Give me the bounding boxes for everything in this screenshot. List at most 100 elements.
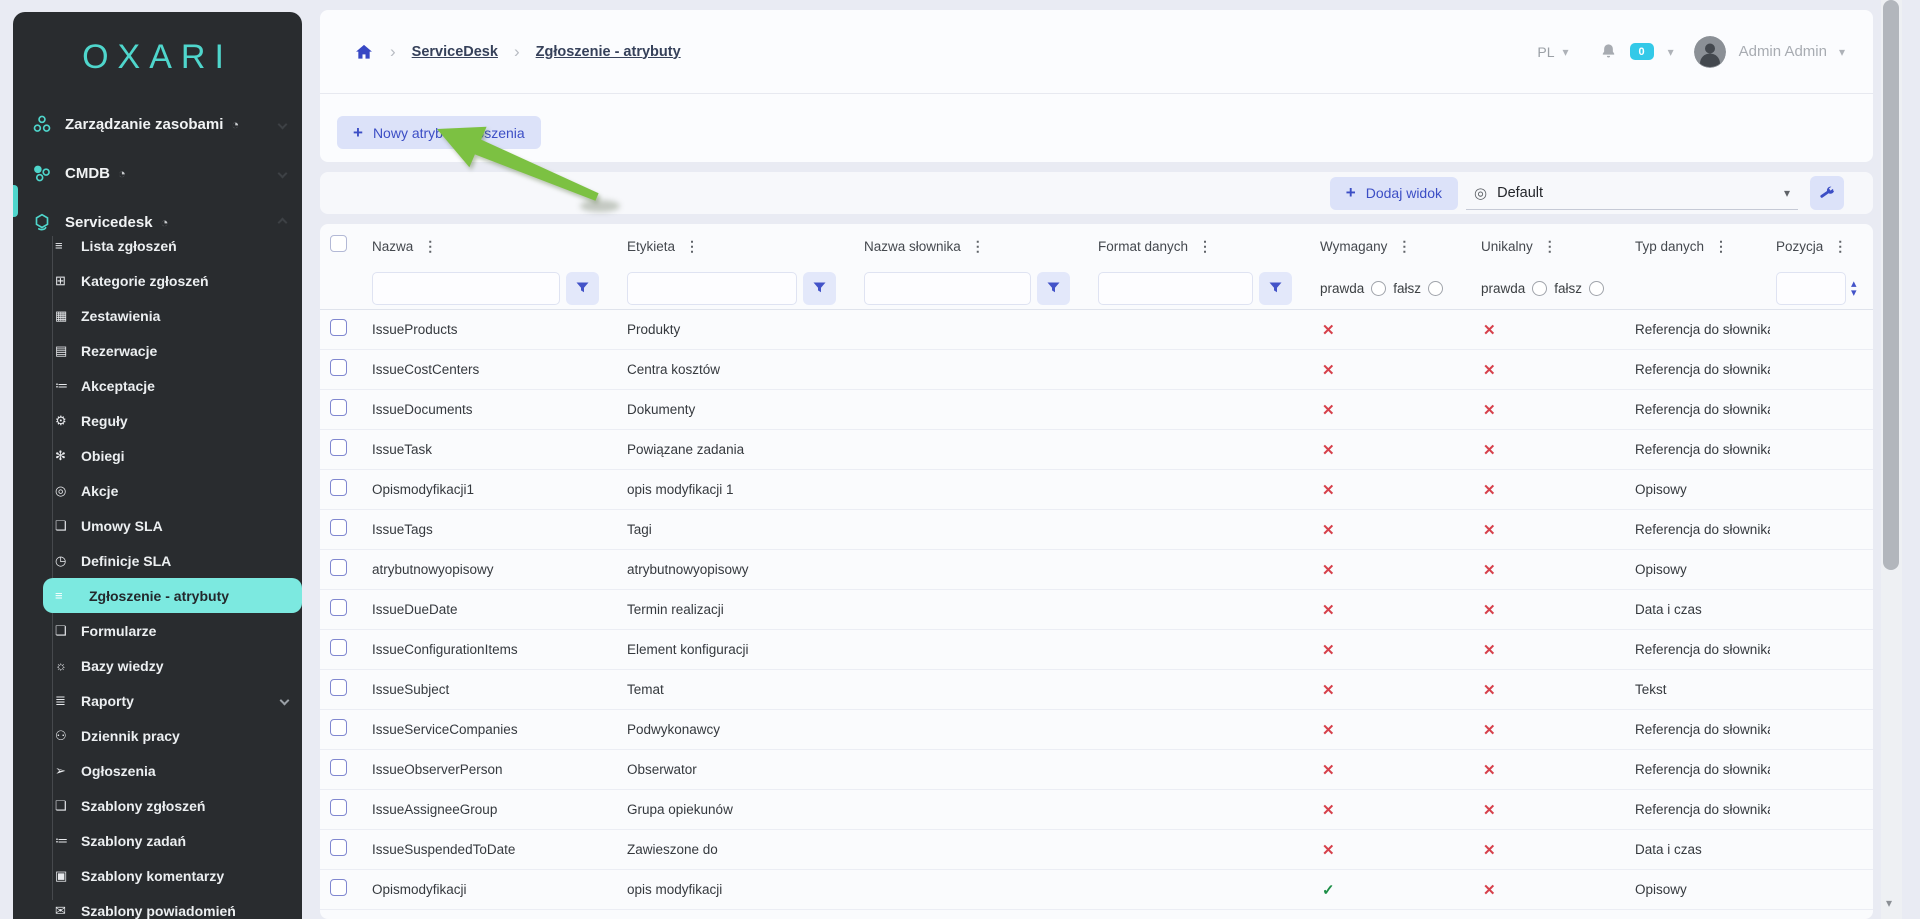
attributes-table: Nazwa⋮ Etykieta⋮ Nazwa słownika⋮ Format … [320, 224, 1873, 919]
row-checkbox[interactable] [330, 679, 347, 696]
column-menu-icon[interactable]: ⋮ [1543, 238, 1557, 255]
table-row[interactable]: IssueTags Tagi ✕ ✕ Referencja do słownik… [320, 510, 1873, 550]
sidebar-item[interactable]: ≡ Zgłoszenie - atrybuty [43, 578, 302, 613]
table-row[interactable]: IssueSubject Temat ✕ ✕ Tekst [320, 670, 1873, 710]
column-menu-icon[interactable]: ⋮ [1198, 238, 1212, 255]
row-checkbox[interactable] [330, 559, 347, 576]
row-checkbox[interactable] [330, 479, 347, 496]
unique-indicator: ✕ [1475, 641, 1629, 659]
column-menu-icon[interactable]: ⋮ [423, 238, 437, 255]
table-row[interactable]: IssueProducts Produkty ✕ ✕ Referencja do… [320, 310, 1873, 350]
table-row[interactable]: IssueServiceCompanies Podwykonawcy ✕ ✕ R… [320, 710, 1873, 750]
sidebar-item[interactable]: ⚇ Dziennik pracy [43, 718, 302, 753]
sidebar-section-assets[interactable]: Zarządzanie zasobami ◔ [13, 107, 302, 141]
row-checkbox[interactable] [330, 799, 347, 816]
radio-prawda[interactable] [1532, 281, 1547, 296]
row-checkbox[interactable] [330, 719, 347, 736]
column-menu-icon[interactable]: ⋮ [971, 238, 985, 255]
column-menu-icon[interactable]: ⋮ [1397, 238, 1411, 255]
column-menu-icon[interactable]: ⋮ [1714, 238, 1728, 255]
cell-name: IssueTags [366, 522, 621, 537]
table-row[interactable]: IssueObserverPerson Obserwator ✕ ✕ Refer… [320, 750, 1873, 790]
row-checkbox[interactable] [330, 759, 347, 776]
sidebar-item[interactable]: ▤ Rezerwacje [43, 333, 302, 368]
filter-button[interactable] [566, 272, 599, 305]
sidebar-item[interactable]: ≔ Szablony zadań [43, 823, 302, 858]
radio-falsz[interactable] [1589, 281, 1604, 296]
sidebar-item[interactable]: ➢ Ogłoszenia [43, 753, 302, 788]
view-selector[interactable]: ◎ Default ▾ [1466, 177, 1798, 210]
column-menu-icon[interactable]: ⋮ [685, 238, 699, 255]
sidebar-item[interactable]: ▦ Zestawienia [43, 298, 302, 333]
chevron-down-icon[interactable]: ▾ [1668, 45, 1674, 59]
add-view-button[interactable]: + Dodaj widok [1330, 177, 1458, 210]
language-selector[interactable]: PL ▾ [1537, 44, 1568, 60]
new-attribute-button[interactable]: + Nowy atrybut zgłoszenia [337, 116, 541, 149]
row-checkbox[interactable] [330, 399, 347, 416]
filter-input-pozycja[interactable] [1776, 272, 1846, 305]
filter-input-nazwa[interactable] [372, 272, 560, 305]
sidebar-item[interactable]: ≔ Akceptacje [43, 368, 302, 403]
sidebar-item[interactable]: ✉ Szablony powiadomień [43, 893, 302, 919]
table-row[interactable]: IssueConfigurationItems Element konfigur… [320, 630, 1873, 670]
row-checkbox[interactable] [330, 599, 347, 616]
sidebar-item[interactable]: ▣ Szablony komentarzy [43, 858, 302, 893]
row-checkbox[interactable] [330, 359, 347, 376]
chevron-up-icon [278, 217, 288, 227]
sidebar-section-cmdb[interactable]: CMDB ◔ [13, 156, 302, 190]
row-checkbox[interactable] [330, 879, 347, 896]
row-checkbox[interactable] [330, 519, 347, 536]
view-settings-button[interactable] [1810, 176, 1844, 210]
home-icon[interactable] [354, 42, 374, 62]
scrollbar-thumb[interactable] [1883, 0, 1899, 570]
sidebar-item[interactable]: ❏ Formularze [43, 613, 302, 648]
table-row[interactable]: IssueSuspendedToDate Zawieszone do ✕ ✕ D… [320, 830, 1873, 870]
filter-input-nazwa-slownika[interactable] [864, 272, 1031, 305]
sidebar-item[interactable]: ❏ Szablony zgłoszeń [43, 788, 302, 823]
table-row[interactable]: Opismodyfikacji1 opis modyfikacji 1 ✕ ✕ … [320, 470, 1873, 510]
sidebar-item[interactable]: ✻ Obiegi [43, 438, 302, 473]
select-all-checkbox[interactable] [330, 235, 347, 252]
table-row[interactable]: IssueCostCenters Centra kosztów ✕ ✕ Refe… [320, 350, 1873, 390]
spinner-down-icon[interactable]: ▾ [1851, 289, 1857, 298]
column-menu-icon[interactable]: ⋮ [1833, 238, 1847, 255]
sidebar-item[interactable]: ◎ Akcje [43, 473, 302, 508]
cell-label: Tagi [621, 522, 858, 537]
table-row[interactable]: IssueAssigneeGroup Grupa opiekunów ✕ ✕ R… [320, 790, 1873, 830]
cell-name: IssueProducts [366, 322, 621, 337]
sidebar-item[interactable]: ☼ Bazy wiedzy [43, 648, 302, 683]
user-name[interactable]: Admin Admin [1739, 43, 1827, 60]
filter-button[interactable] [1037, 272, 1070, 305]
cell-type: Opisowy [1629, 562, 1770, 577]
sidebar-item[interactable]: ≡ Lista zgłoszeń [43, 228, 302, 263]
table-row[interactable]: IssueDocuments Dokumenty ✕ ✕ Referencja … [320, 390, 1873, 430]
sidebar-item[interactable]: ⊞ Kategorie zgłoszeń [43, 263, 302, 298]
scrollbar-down-icon[interactable]: ▾ [1886, 896, 1892, 910]
sidebar-item[interactable]: ≣ Raporty [43, 683, 302, 718]
radio-prawda[interactable] [1371, 281, 1386, 296]
row-checkbox[interactable] [330, 639, 347, 656]
required-indicator: ✕ [1314, 601, 1475, 619]
sidebar-item[interactable]: ⚙ Reguły [43, 403, 302, 438]
row-checkbox[interactable] [330, 839, 347, 856]
sidebar-item[interactable]: ◷ Definicje SLA [43, 543, 302, 578]
filter-input-etykieta[interactable] [627, 272, 797, 305]
row-checkbox[interactable] [330, 439, 347, 456]
radio-falsz[interactable] [1428, 281, 1443, 296]
unique-indicator: ✕ [1475, 321, 1629, 339]
filter-button[interactable] [1259, 272, 1292, 305]
notification-badge: 0 [1630, 43, 1654, 60]
breadcrumb-link-servicedesk[interactable]: ServiceDesk [412, 44, 498, 60]
filter-button[interactable] [803, 272, 836, 305]
chevron-down-icon[interactable]: ▾ [1839, 45, 1845, 59]
avatar[interactable] [1694, 36, 1726, 68]
row-checkbox[interactable] [330, 319, 347, 336]
filter-input-format-danych[interactable] [1098, 272, 1253, 305]
table-row[interactable]: IssueTask Powiązane zadania ✕ ✕ Referenc… [320, 430, 1873, 470]
bell-icon[interactable] [1599, 42, 1618, 61]
table-row[interactable]: atrybutnowyopisowy atrybutnowyopisowy ✕ … [320, 550, 1873, 590]
sidebar-item[interactable]: ❏ Umowy SLA [43, 508, 302, 543]
breadcrumb-link-current[interactable]: Zgłoszenie - atrybuty [536, 44, 681, 60]
table-row[interactable]: IssueDueDate Termin realizacji ✕ ✕ Data … [320, 590, 1873, 630]
table-row[interactable]: Opismodyfikacji opis modyfikacji ✓ ✕ Opi… [320, 870, 1873, 910]
